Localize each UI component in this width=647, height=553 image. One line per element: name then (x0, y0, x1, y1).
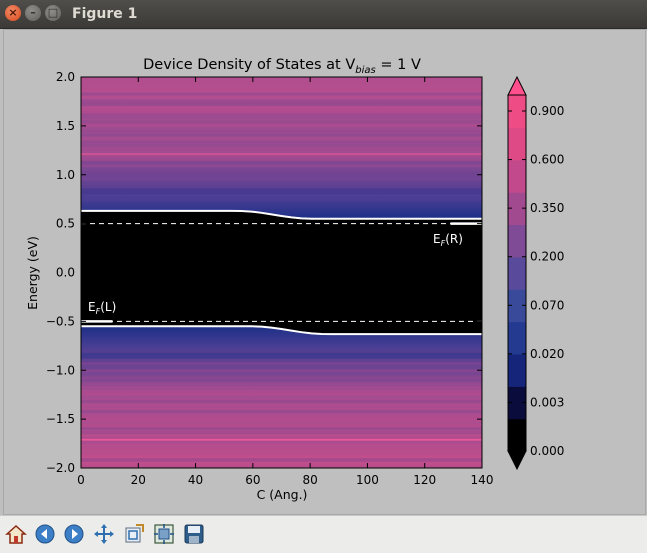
fermi-level-left-label: EF(L) (88, 300, 116, 316)
colorbar-tick-label: 0.070 (530, 298, 564, 312)
x-tick-label: 60 (245, 473, 260, 487)
figure-svg: Device Density of States at Vbias = 1 V … (25, 57, 564, 502)
colorbar-tick-label: 0.900 (530, 104, 564, 118)
pan-button[interactable] (91, 521, 117, 547)
y-tick-label: −1.5 (46, 412, 75, 426)
forward-button[interactable] (61, 521, 87, 547)
minimize-window-button[interactable]: – (25, 5, 41, 21)
colorbar-tick-label: 0.600 (530, 153, 564, 167)
colorbar-tick-label: 0.350 (530, 201, 564, 215)
colorbar-segment (508, 418, 526, 452)
colorbar-tick-label: 0.000 (530, 444, 564, 458)
colorbar-extend-bottom (507, 450, 527, 471)
back-button[interactable] (32, 521, 58, 547)
home-button[interactable] (3, 521, 29, 547)
save-floppy-icon (184, 524, 204, 544)
x-tick-label: 140 (471, 473, 494, 487)
zoom-button[interactable] (121, 521, 147, 547)
y-tick-label: −1.0 (46, 363, 75, 377)
chart-title: Device Density of States at Vbias = 1 V (143, 57, 421, 76)
window-titlebar: × – □ Figure 1 (0, 0, 647, 29)
close-icon: × (8, 6, 18, 19)
minimize-icon: – (30, 6, 36, 19)
y-tick-label: −2.0 (46, 461, 75, 475)
y-tick-label: −0.5 (46, 314, 75, 328)
subplots-config-icon (154, 524, 174, 544)
zoom-rectangle-icon (125, 524, 144, 543)
pan-move-icon (94, 524, 114, 544)
close-window-button[interactable]: × (5, 5, 21, 21)
figure-canvas: Device Density of States at Vbias = 1 V … (3, 29, 646, 515)
colorbar-segment (508, 256, 526, 290)
colorbar-segment (508, 159, 526, 193)
y-tick-label: 0.0 (56, 266, 75, 280)
navigation-toolbar (0, 515, 647, 553)
y-tick-label: 2.0 (56, 70, 75, 84)
subplots-button[interactable] (151, 521, 177, 547)
maximize-window-button[interactable]: □ (45, 5, 61, 21)
maximize-icon: □ (47, 6, 59, 19)
save-button[interactable] (181, 521, 207, 547)
x-tick-label: 100 (356, 473, 379, 487)
colorbar-tick-label: 0.020 (530, 347, 564, 361)
x-tick-label: 80 (303, 473, 318, 487)
fermi-level-right-label: EF(R) (433, 232, 463, 248)
colorbar: 0.900 0.600 0.350 0.200 0.070 0.020 0.003 0.000 (507, 75, 564, 471)
colorbar-extend-top (507, 75, 527, 96)
x-tick-label: 0 (77, 473, 85, 487)
colorbar-segment (508, 321, 526, 355)
y-tick-label: 1.0 (56, 168, 75, 182)
colorbar-tick-label: 0.200 (530, 250, 564, 264)
colorbar-segment (508, 224, 526, 258)
colorbar-segment (508, 353, 526, 387)
x-tick-label: 120 (413, 473, 436, 487)
home-icon (5, 524, 27, 544)
colorbar-segment (508, 127, 526, 161)
back-arrow-icon (35, 524, 55, 544)
colorbar-tick-label: 0.003 (530, 395, 564, 409)
y-tick-label: 1.5 (56, 119, 75, 133)
y-tick-label: 0.5 (56, 217, 75, 231)
x-axis-label: C (Ang.) (257, 487, 308, 502)
window-title: Figure 1 (72, 6, 138, 22)
x-tick-label: 20 (131, 473, 146, 487)
forward-arrow-icon (64, 524, 84, 544)
y-axis-label: Energy (eV) (25, 236, 40, 310)
x-tick-label: 40 (188, 473, 203, 487)
heatmap-area (81, 77, 482, 468)
